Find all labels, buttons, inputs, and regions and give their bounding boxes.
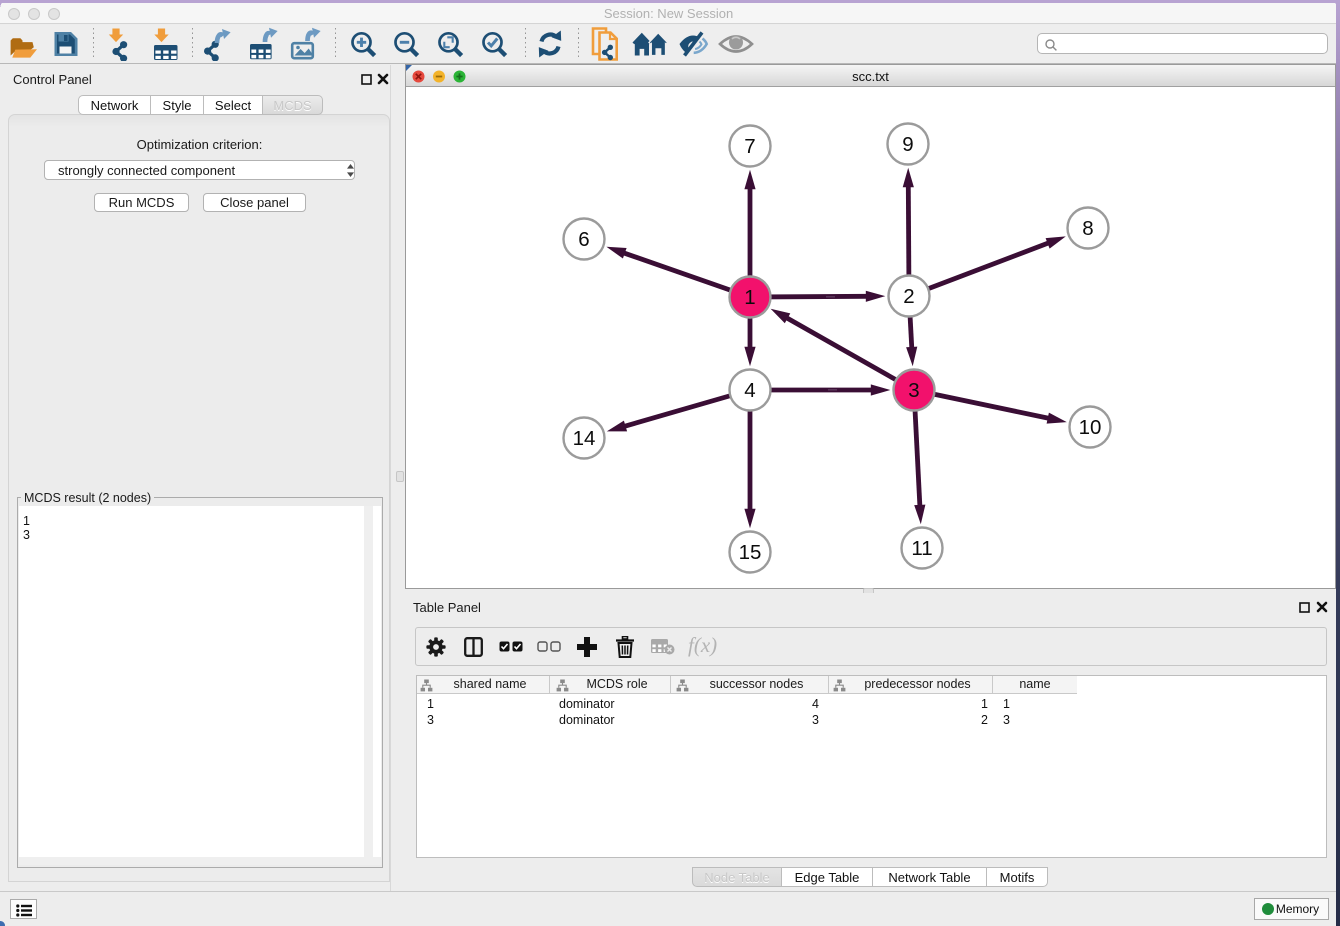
svg-text:1: 1 bbox=[744, 286, 755, 309]
svg-text:15: 15 bbox=[739, 541, 762, 564]
svg-text:14: 14 bbox=[573, 427, 596, 450]
svg-text:8: 8 bbox=[1082, 217, 1093, 240]
svg-text:9: 9 bbox=[902, 133, 913, 156]
svg-text:11: 11 bbox=[911, 537, 932, 560]
svg-text:7: 7 bbox=[744, 135, 755, 158]
svg-text:4: 4 bbox=[744, 379, 755, 402]
svg-text:6: 6 bbox=[578, 228, 589, 251]
svg-text:2: 2 bbox=[903, 285, 914, 308]
svg-text:10: 10 bbox=[1079, 416, 1102, 439]
svg-text:3: 3 bbox=[908, 379, 919, 402]
